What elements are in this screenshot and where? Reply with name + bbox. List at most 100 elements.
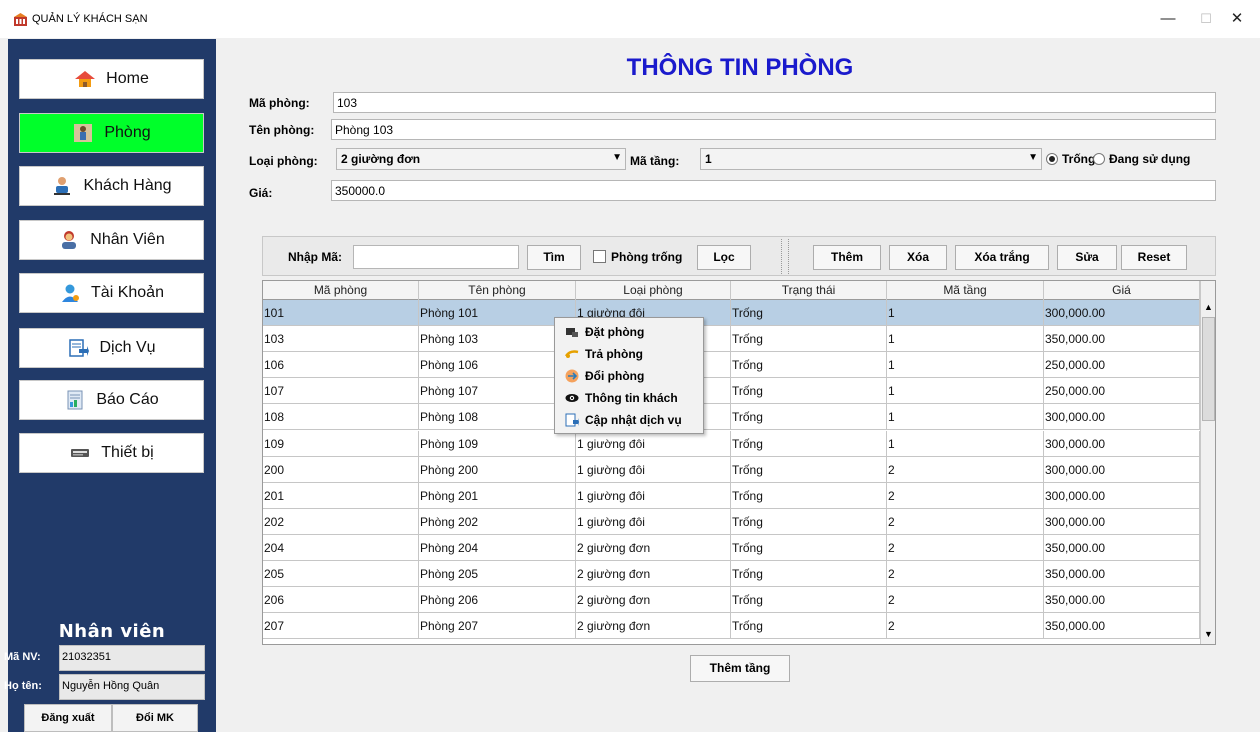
reset-button[interactable]: Reset	[1121, 245, 1187, 270]
table-row[interactable]: 108Phòng 1081 giường đôiTrống1300,000.00	[263, 404, 1200, 431]
search-button[interactable]: Tìm	[527, 245, 581, 270]
status-radio-empty[interactable]: Trống	[1046, 152, 1095, 166]
table-cell[interactable]: 205	[263, 561, 419, 587]
table-cell[interactable]: Phòng 202	[419, 508, 576, 535]
column-header[interactable]: Tên phòng	[419, 281, 576, 300]
table-cell[interactable]: 107	[263, 378, 419, 405]
search-input[interactable]	[353, 245, 519, 269]
clear-button[interactable]: Xóa trắng	[955, 245, 1049, 270]
table-cell[interactable]: Trống	[731, 534, 887, 561]
table-cell[interactable]: 300,000.00	[1044, 404, 1200, 431]
table-cell[interactable]: 101	[263, 300, 419, 326]
menu-item-change-room[interactable]: Đổi phòng	[555, 365, 703, 387]
price-field[interactable]: 350000.0	[331, 180, 1216, 201]
table-cell[interactable]: 1 giường đôi	[576, 456, 731, 483]
add-button[interactable]: Thêm	[813, 245, 881, 270]
table-cell[interactable]: Trống	[731, 561, 887, 587]
change-password-button[interactable]: Đổi MK	[112, 704, 198, 732]
column-header[interactable]: Loại phòng	[576, 281, 731, 300]
table-cell[interactable]: 300,000.00	[1044, 430, 1200, 457]
table-cell[interactable]: 300,000.00	[1044, 482, 1200, 509]
table-cell[interactable]: Trống	[731, 587, 887, 614]
table-row[interactable]: 205 Phòng 205 2 giường đơn Trống 2 350,000.00	[263, 561, 1200, 587]
table-cell[interactable]: 103	[263, 326, 419, 353]
table-cell[interactable]: 2	[887, 587, 1044, 614]
add-floor-button[interactable]: Thêm tầng	[690, 655, 790, 682]
table-cell[interactable]: 2 giường đơn	[576, 613, 731, 640]
sidebar-item-accounts[interactable]: Tài Khoản	[19, 273, 204, 313]
table-cell[interactable]: 1	[887, 378, 1044, 405]
maximize-button[interactable]: ☐	[1191, 8, 1221, 30]
table-cell[interactable]: 1 giường đôi	[576, 508, 731, 535]
sidebar-item-customers[interactable]: Khách Hàng	[19, 166, 204, 206]
table-cell[interactable]: 350,000.00	[1044, 587, 1200, 614]
table-cell[interactable]: 2	[887, 508, 1044, 535]
empty-room-checkbox[interactable]	[593, 250, 606, 263]
sidebar-item-home[interactable]: Home	[19, 59, 204, 99]
table-cell[interactable]: Phòng 207	[419, 613, 576, 640]
table-cell[interactable]: Phòng 206	[419, 587, 576, 614]
table-cell[interactable]: 300,000.00	[1044, 508, 1200, 535]
table-cell[interactable]: 1	[887, 326, 1044, 353]
table-row[interactable]: 107Phòng 1072 giường đơnTrống1250,000.00	[263, 378, 1200, 405]
table-cell[interactable]: Phòng 204	[419, 534, 576, 561]
table-cell[interactable]: Trống	[731, 378, 887, 405]
table-cell[interactable]: Phòng 103	[419, 326, 576, 353]
scroll-up-icon[interactable]: ▲	[1201, 299, 1215, 316]
table-cell[interactable]: 108	[263, 404, 419, 431]
table-cell[interactable]: 2	[887, 534, 1044, 561]
column-header[interactable]: Mã phòng	[263, 281, 419, 300]
column-header[interactable]: Giá	[1044, 281, 1200, 300]
table-cell[interactable]: 300,000.00	[1044, 456, 1200, 483]
menu-item-checkout[interactable]: Trả phòng	[555, 343, 703, 365]
logout-button[interactable]: Đăng xuất	[24, 704, 112, 732]
table-cell[interactable]: 2 giường đơn	[576, 534, 731, 561]
table-cell[interactable]: Trống	[731, 456, 887, 483]
table-cell[interactable]: Phòng 200	[419, 456, 576, 483]
menu-item-update-services[interactable]: Cập nhật dịch vụ	[555, 409, 703, 431]
table-cell[interactable]: 1 giường đôi	[576, 482, 731, 509]
sidebar-item-services[interactable]: Dịch Vụ	[19, 328, 204, 368]
table-cell[interactable]: 1	[887, 352, 1044, 379]
table-cell[interactable]: 202	[263, 508, 419, 535]
sidebar-item-employees[interactable]: Nhân Viên	[19, 220, 204, 260]
minimize-button[interactable]: —	[1153, 8, 1183, 30]
table-cell[interactable]: Trống	[731, 613, 887, 640]
sidebar-item-devices[interactable]: Thiết bị	[19, 433, 204, 473]
table-cell[interactable]: Trống	[731, 508, 887, 535]
table-row[interactable]: 109 Phòng 109 1 giường đôi Trống 1 300,000.00	[263, 430, 1200, 457]
table-cell[interactable]: Phòng 108	[419, 404, 576, 431]
menu-item-guest-info[interactable]: Thông tin khách	[555, 387, 703, 409]
table-cell[interactable]: 250,000.00	[1044, 352, 1200, 379]
table-cell[interactable]: 204	[263, 534, 419, 561]
vertical-scrollbar[interactable]: ▲ ▼	[1200, 281, 1215, 644]
table-cell[interactable]: 1	[887, 430, 1044, 457]
table-row[interactable]: 101 Phòng 101 1 giường đôi Trống 1 300,000.00	[263, 300, 1200, 326]
table-cell[interactable]: Trống	[731, 482, 887, 509]
table-cell[interactable]: Trống	[731, 404, 887, 431]
table-row[interactable]: 207 Phòng 207 2 giường đơn Trống 2 350,000.00	[263, 613, 1200, 640]
table-cell[interactable]: 2	[887, 482, 1044, 509]
close-button[interactable]: ✕	[1222, 8, 1252, 30]
floor-select[interactable]: 1 ▼	[700, 148, 1042, 170]
table-cell[interactable]: 106	[263, 352, 419, 379]
sidebar-item-rooms[interactable]: Phòng	[19, 113, 204, 153]
table-cell[interactable]: 350,000.00	[1044, 534, 1200, 561]
table-row[interactable]: 201 Phòng 201 1 giường đôi Trống 2 300,000.00	[263, 482, 1200, 509]
table-cell[interactable]: 350,000.00	[1044, 613, 1200, 640]
table-cell[interactable]: 2 giường đơn	[576, 561, 731, 587]
table-cell[interactable]: Phòng 201	[419, 482, 576, 509]
table-row[interactable]: 106Phòng 1062 giường đơnTrống1250,000.00	[263, 352, 1200, 379]
table-cell[interactable]: Phòng 205	[419, 561, 576, 587]
room-type-select[interactable]: 2 giường đơn ▼	[336, 148, 626, 170]
scroll-down-icon[interactable]: ▼	[1201, 626, 1215, 643]
column-header[interactable]: Trạng thái	[731, 281, 887, 300]
column-header[interactable]: Mã tầng	[887, 281, 1044, 300]
table-cell[interactable]: Trống	[731, 326, 887, 353]
table-row[interactable]: 200 Phòng 200 1 giường đôi Trống 2 300,000.00	[263, 456, 1200, 483]
table-cell[interactable]: Phòng 106	[419, 352, 576, 379]
table-cell[interactable]: 350,000.00	[1044, 561, 1200, 587]
table-cell[interactable]: Phòng 101	[419, 300, 576, 326]
table-cell[interactable]: 300,000.00	[1044, 300, 1200, 326]
table-cell[interactable]: 207	[263, 613, 419, 640]
